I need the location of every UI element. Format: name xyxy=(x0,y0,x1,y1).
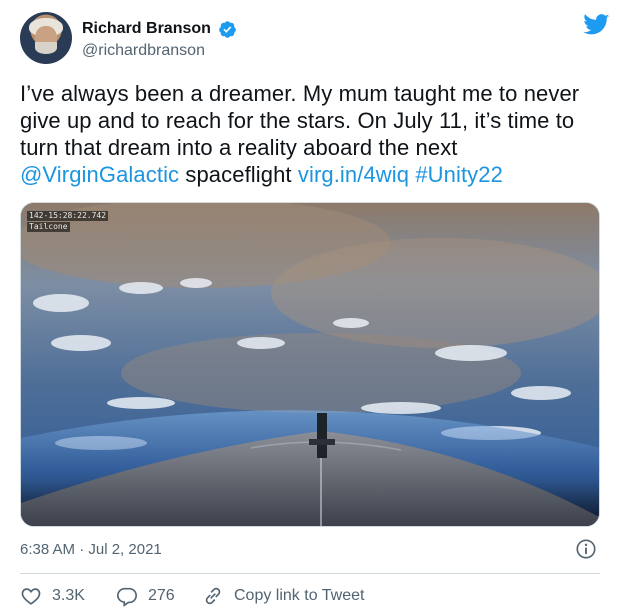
verified-badge-icon xyxy=(219,20,237,38)
copy-link-label: Copy link to Tweet xyxy=(234,587,365,604)
tweet-timestamp[interactable]: 6:38 AM · Jul 2, 2021 xyxy=(20,540,162,560)
tweet-text: I’ve always been a dreamer. My mum taugh… xyxy=(20,80,605,188)
tweet-card: Richard Branson @richardbranson I’ve alw… xyxy=(0,0,619,611)
twitter-bird-icon[interactable] xyxy=(583,14,610,36)
info-icon[interactable] xyxy=(575,538,597,560)
link-icon xyxy=(205,587,221,605)
tweet-actions: 3.3K 276 Copy link to Tweet xyxy=(20,584,610,608)
earth-from-space-image xyxy=(21,203,599,526)
reply-count: 276 xyxy=(148,587,175,604)
video-camera-label: Tailcone xyxy=(27,222,70,232)
heart-icon xyxy=(21,588,41,605)
divider xyxy=(20,573,600,574)
tweet-text-body-2: spaceflight xyxy=(179,162,298,187)
video-timecode: 142-15:28:22.742 xyxy=(27,211,109,221)
url-link[interactable]: virg.in/4wiq xyxy=(298,162,409,187)
avatar[interactable] xyxy=(20,12,72,64)
like-count: 3.3K xyxy=(52,587,85,604)
tweet-text-body: I’ve always been a dreamer. My mum taugh… xyxy=(20,81,580,160)
like-button[interactable]: 3.3K xyxy=(20,584,85,608)
reply-bubble-icon xyxy=(117,587,137,607)
user-handle[interactable]: @richardbranson xyxy=(82,41,237,61)
display-name[interactable]: Richard Branson xyxy=(82,19,211,39)
avatar-beard xyxy=(35,42,57,54)
mention-link[interactable]: @VirginGalactic xyxy=(20,162,179,187)
tweet-media-video[interactable]: 142-15:28:22.742 Tailcone xyxy=(20,202,600,527)
hashtag-link[interactable]: #Unity22 xyxy=(415,162,503,187)
reply-button[interactable]: 276 xyxy=(116,584,175,608)
user-names: Richard Branson @richardbranson xyxy=(82,19,237,61)
tweet-header: Richard Branson @richardbranson xyxy=(20,12,610,68)
copy-link-button[interactable]: Copy link to Tweet xyxy=(202,584,364,608)
